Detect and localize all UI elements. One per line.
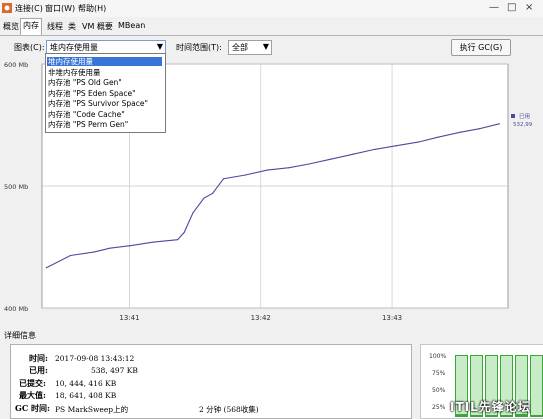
menu-bar: 连接(C) 窗口(W) 帮助(H) — □ × (0, 0, 543, 17)
data-point (498, 123, 500, 125)
chart-select-value: 堆内存使用量 (50, 43, 98, 52)
dropdown-option[interactable]: 内存池 "PS Old Gen" (48, 78, 122, 87)
data-point (308, 163, 310, 165)
y-tick-label: 400 Mb (4, 305, 28, 313)
data-point (152, 241, 155, 243)
range-select-value: 全部 (232, 43, 248, 52)
chart-label: 图表(C): (14, 43, 45, 52)
app-icon (2, 3, 12, 13)
data-point (244, 174, 247, 176)
data-point (177, 239, 179, 241)
tab-bar: 概览 内存 线程 类 VM 概要 MBean (0, 17, 543, 36)
dropdown-option[interactable]: 堆内存使用量 (47, 57, 162, 66)
memory-pool-bar-fill (531, 415, 542, 416)
x-tick-label: 13:43 (382, 314, 402, 322)
y-tick-label: 500 Mb (4, 183, 28, 191)
data-point (128, 245, 131, 247)
dropdown-option[interactable]: 内存池 "Code Cache" (48, 110, 125, 119)
tab-classes[interactable]: 类 (66, 20, 78, 33)
data-point (459, 131, 461, 133)
detail-label-used: 已用: (29, 365, 48, 375)
data-point (437, 136, 439, 138)
tab-mbean[interactable]: MBean (116, 20, 147, 31)
menu-help[interactable]: 帮助(H) (78, 3, 106, 14)
watermark: ITIL先锋论坛 (450, 400, 531, 414)
tab-threads[interactable]: 线程 (45, 20, 65, 33)
menu-window[interactable]: 窗口(W) (45, 3, 75, 14)
data-point (478, 128, 481, 130)
data-point (352, 153, 354, 155)
data-point (222, 178, 225, 180)
data-point (45, 267, 47, 269)
pct-label-25: 25% (432, 404, 446, 411)
tab-memory[interactable]: 内存 (20, 18, 42, 35)
data-point (93, 251, 96, 253)
details-panel: 时间: 2017-09-08 13:43:12 已用: 538, 497 KB … (10, 344, 412, 419)
data-point (395, 145, 398, 147)
dropdown-option[interactable]: 内存池 "PS Survivor Space" (48, 99, 148, 108)
detail-label-committed: 已提交: (19, 378, 46, 388)
detail-label-time: 时间: (29, 353, 48, 363)
x-tick-label: 13:41 (119, 314, 139, 322)
chart-select-dropdown: 堆内存使用量 非堆内存使用量 内存池 "PS Old Gen" 内存池 "PS Ede… (45, 53, 166, 133)
dropdown-option[interactable]: 内存池 "PS Eden Space" (48, 89, 136, 98)
data-point (183, 231, 185, 233)
legend-swatch (511, 114, 515, 118)
legend-value: 532,99 (513, 122, 533, 128)
range-label: 时间范围(T): (176, 43, 222, 52)
data-point (109, 247, 111, 249)
legend-label: 已用 (519, 113, 530, 120)
tab-overview[interactable]: 概览 (1, 20, 21, 33)
dropdown-option[interactable]: 内存池 "PS Perm Gen" (48, 120, 128, 129)
detail-value-gc-extra: 2 分钟 (568收集) (199, 405, 259, 414)
detail-value-used: 538, 497 KB (91, 366, 138, 375)
chevron-down-icon: ▼ (262, 42, 269, 51)
tab-vm-summary[interactable]: VM 概要 (80, 20, 115, 33)
pct-label-100: 100% (429, 353, 447, 360)
detail-label-max: 最大值: (19, 390, 46, 400)
x-tick-label: 13:42 (251, 314, 271, 322)
data-point (266, 169, 268, 171)
close-icon[interactable]: × (525, 2, 533, 13)
detail-value-gc: PS MarkSweep上的 (55, 405, 129, 414)
gc-button[interactable]: 执行 GC(G) (451, 39, 511, 56)
maximize-icon[interactable]: □ (507, 2, 516, 13)
detail-value-time: 2017-09-08 13:43:12 (55, 354, 135, 363)
data-point (417, 141, 419, 143)
data-point (203, 197, 205, 199)
data-point (192, 212, 194, 214)
data-point (212, 192, 214, 194)
minimize-icon[interactable]: — (489, 2, 499, 13)
pct-label-50: 50% (432, 387, 446, 394)
dropdown-option[interactable]: 非堆内存使用量 (48, 68, 101, 77)
detail-value-max: 18, 641, 408 KB (55, 391, 117, 400)
data-point (373, 148, 376, 150)
range-select[interactable]: 全部 ▼ (228, 40, 272, 55)
data-point (330, 158, 332, 160)
data-point (288, 167, 290, 169)
pct-label-75: 75% (432, 370, 446, 377)
data-point (69, 254, 72, 257)
memory-pool-bar-committed (531, 356, 542, 416)
detail-label-gc: GC 时间: (15, 403, 50, 413)
detail-value-committed: 10, 444, 416 KB (55, 379, 117, 388)
y-tick-label: 600 Mb (4, 61, 28, 69)
details-title: 详细信息 (4, 331, 36, 340)
chevron-down-icon: ▼ (156, 42, 163, 51)
memory-pool-bar[interactable] (530, 355, 543, 417)
menu-connect[interactable]: 连接(C) (15, 3, 43, 14)
memory-pool-bar-fill (501, 415, 512, 416)
